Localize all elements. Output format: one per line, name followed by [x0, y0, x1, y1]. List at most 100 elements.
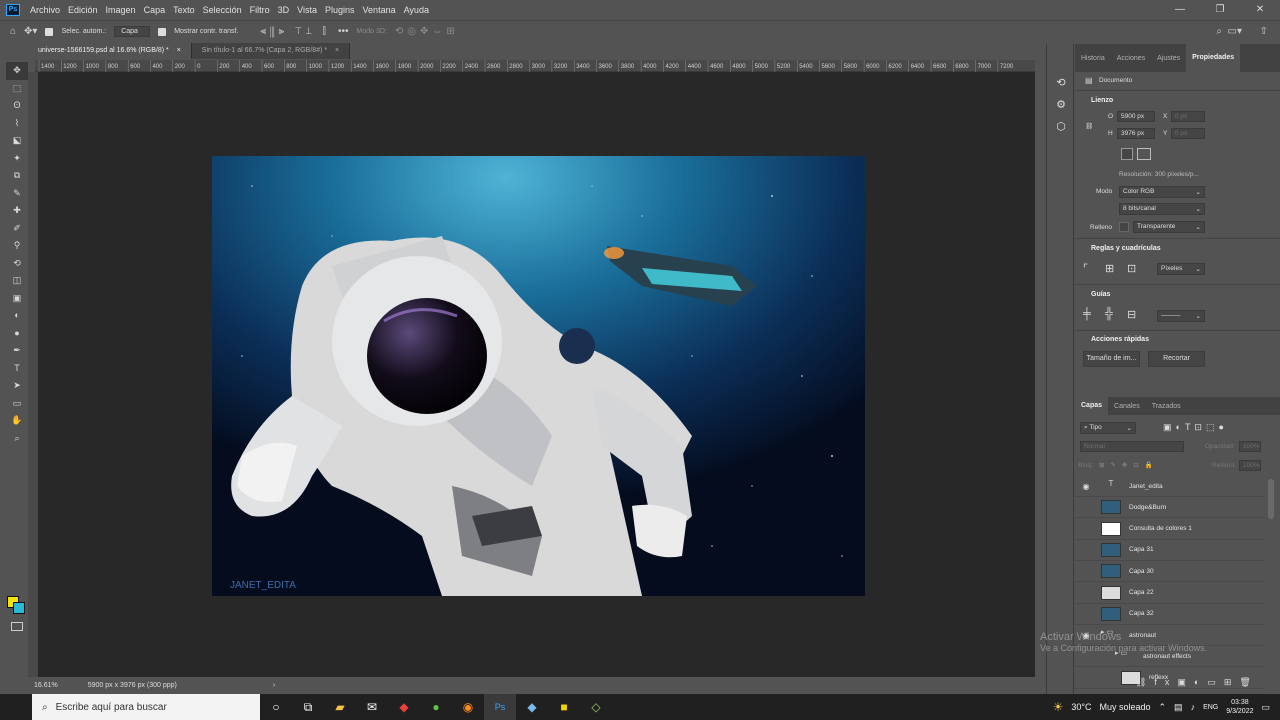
quick-mask-icon[interactable]: [11, 622, 23, 631]
guide-style-dropdown[interactable]: ——— ⌄: [1157, 310, 1205, 322]
layer-name[interactable]: Dodge&Burn: [1129, 504, 1166, 511]
bits-dropdown[interactable]: 8 bits/canal ⌄: [1119, 203, 1205, 215]
fill-swatch[interactable]: [1119, 222, 1129, 232]
history-brush-tool-icon[interactable]: ⟲: [6, 255, 28, 273]
auto-select-checkbox[interactable]: [45, 27, 54, 36]
home-icon[interactable]: ⌂: [10, 26, 16, 37]
3d-panel-icon[interactable]: ⬡: [1047, 116, 1075, 138]
layer-row[interactable]: Capa 30: [1075, 561, 1265, 583]
layer-name[interactable]: Capa 30: [1129, 568, 1154, 575]
x-field[interactable]: 0 px: [1171, 111, 1205, 122]
menu-archivo[interactable]: Archivo: [26, 5, 64, 15]
show-transform-checkbox[interactable]: [158, 27, 167, 36]
layer-row[interactable]: Capa 22: [1075, 583, 1265, 604]
layer-filter-dropdown[interactable]: ⌕ Tipo ⌄: [1080, 422, 1136, 434]
guides-icon[interactable]: ╪: [1083, 308, 1091, 320]
lock-icons[interactable]: ⊠✎✥⊡🔒: [1099, 461, 1159, 469]
crop-button[interactable]: Recortar: [1148, 351, 1205, 367]
path-select-tool-icon[interactable]: ➤: [6, 377, 28, 395]
image-size-button[interactable]: Tamaño de im...: [1083, 351, 1140, 367]
layer-row[interactable]: Capa 32: [1075, 604, 1265, 625]
menu-plugins[interactable]: Plugins: [321, 5, 359, 15]
close-tab-icon[interactable]: ×: [335, 47, 339, 54]
auto-select-dropdown[interactable]: Capa: [114, 26, 151, 37]
tab-trazados[interactable]: Trazados: [1146, 403, 1187, 410]
crop-tool-icon[interactable]: ⧉: [6, 167, 28, 185]
layer-row[interactable]: Capa 31: [1075, 540, 1265, 561]
maximize-button[interactable]: ❐: [1200, 0, 1240, 20]
app-maps-icon[interactable]: ◇: [580, 700, 612, 714]
weather-icon[interactable]: ☀: [1053, 700, 1064, 714]
smart-guides-icon[interactable]: ╬: [1105, 308, 1113, 320]
hand-tool-icon[interactable]: ✋: [6, 412, 28, 430]
grid-toggle-icon[interactable]: ⊞: [1105, 262, 1114, 275]
clock[interactable]: 03:38 9/3/2022: [1226, 698, 1253, 716]
close-tab-icon[interactable]: ×: [177, 47, 181, 54]
shape-tool-icon[interactable]: ▭: [6, 395, 28, 413]
file-explorer-icon[interactable]: ▰: [324, 700, 356, 714]
document-image[interactable]: JANET_EDITA: [212, 156, 865, 596]
start-button[interactable]: [0, 694, 32, 720]
layer-name[interactable]: Capa 31: [1129, 546, 1154, 553]
taskbar-search[interactable]: ⌕ Escribe aquí para buscar: [32, 694, 260, 720]
gradient-tool-icon[interactable]: ▣: [6, 290, 28, 308]
move-tool-icon[interactable]: ✥: [6, 62, 28, 80]
zoom-level[interactable]: 16.61%: [34, 682, 58, 689]
layer-filter-icons[interactable]: ▣◐T⊡⬚●: [1163, 422, 1228, 433]
3d-controls-icons[interactable]: ⟲◎✥⇔⊞: [395, 26, 459, 37]
weather-desc[interactable]: Muy soleado: [1099, 702, 1150, 712]
layer-row[interactable]: ◉ T Janet_edita: [1075, 476, 1265, 497]
lasso-tool-icon[interactable]: ʘ: [6, 97, 28, 115]
photoshop-taskbar-icon[interactable]: Ps: [484, 694, 516, 720]
fill-dropdown[interactable]: Transparente ⌄: [1133, 221, 1205, 233]
menu-capa[interactable]: Capa: [140, 5, 170, 15]
tab-ajustes[interactable]: Ajustes: [1151, 55, 1186, 62]
dodge-tool-icon[interactable]: ●: [6, 325, 28, 343]
opacity-field[interactable]: 100%: [1239, 441, 1261, 452]
workspace-icon[interactable]: ▭▾: [1228, 26, 1242, 37]
menu-edicion[interactable]: Edición: [64, 5, 102, 15]
cortana-icon[interactable]: ○: [260, 700, 292, 714]
menu-filtro[interactable]: Filtro: [246, 5, 274, 15]
layer-name[interactable]: astronaut effects: [1143, 653, 1191, 660]
menu-ayuda[interactable]: Ayuda: [400, 5, 433, 15]
y-field[interactable]: 0 px: [1171, 128, 1205, 139]
eraser-tool-icon[interactable]: ◫: [6, 272, 28, 290]
layer-bottom-icons[interactable]: ⛓fx▣◐▭⊞🗑: [1135, 677, 1259, 688]
app-blue-icon[interactable]: ◆: [516, 700, 548, 714]
volume-icon[interactable]: ♪: [1191, 702, 1196, 712]
layer-row[interactable]: Dodge&Burn: [1075, 497, 1265, 519]
history-panel-icon[interactable]: ⟲: [1047, 72, 1075, 94]
tab-propiedades[interactable]: Propiedades: [1186, 44, 1241, 72]
share-icon[interactable]: ⇧: [1260, 26, 1268, 37]
blur-tool-icon[interactable]: ◐: [6, 307, 28, 325]
width-field[interactable]: 5900 px: [1117, 111, 1155, 122]
tab-historia[interactable]: Historia: [1075, 55, 1111, 62]
tab-canales[interactable]: Canales: [1108, 403, 1146, 410]
ruler-units-dropdown[interactable]: Píxeles ⌄: [1157, 263, 1205, 275]
layer-name[interactable]: Capa 22: [1129, 589, 1154, 596]
zoom-tool-icon[interactable]: ⌕: [6, 430, 28, 448]
polygonal-lasso-tool-icon[interactable]: ⌇: [6, 115, 28, 133]
layers-scrollbar[interactable]: [1268, 479, 1274, 519]
layer-name[interactable]: Janet_edita: [1129, 483, 1163, 490]
tab-sin-titulo[interactable]: Sin título-1 al 66.7% (Capa 2, RGB/8#) *…: [191, 43, 351, 59]
height-field[interactable]: 3976 px: [1117, 128, 1155, 139]
notifications-icon[interactable]: ▭: [1261, 702, 1270, 713]
app-green-icon[interactable]: ●: [420, 700, 452, 714]
tab-acciones[interactable]: Acciones: [1111, 55, 1151, 62]
marquee-tool-icon[interactable]: ⬚: [6, 80, 28, 98]
spot-healing-tool-icon[interactable]: ✚: [6, 202, 28, 220]
fill-opacity-field[interactable]: 100%: [1239, 460, 1261, 471]
eye-icon[interactable]: ◉: [1079, 482, 1093, 491]
menu-ventana[interactable]: Ventana: [359, 5, 400, 15]
object-select-tool-icon[interactable]: ⬕: [6, 132, 28, 150]
tab-capas[interactable]: Capas: [1075, 397, 1109, 415]
align-icons[interactable]: ⫷⫼⫸ ⊤⊥ ⫿: [260, 26, 330, 37]
language-indicator[interactable]: ENG: [1203, 704, 1218, 711]
pen-tool-icon[interactable]: ✒: [6, 342, 28, 360]
layer-name[interactable]: Capa 32: [1129, 610, 1154, 617]
firefox-icon[interactable]: ◉: [452, 700, 484, 714]
weather-temp[interactable]: 30°C: [1071, 702, 1091, 712]
mail-icon[interactable]: ✉: [356, 700, 388, 714]
